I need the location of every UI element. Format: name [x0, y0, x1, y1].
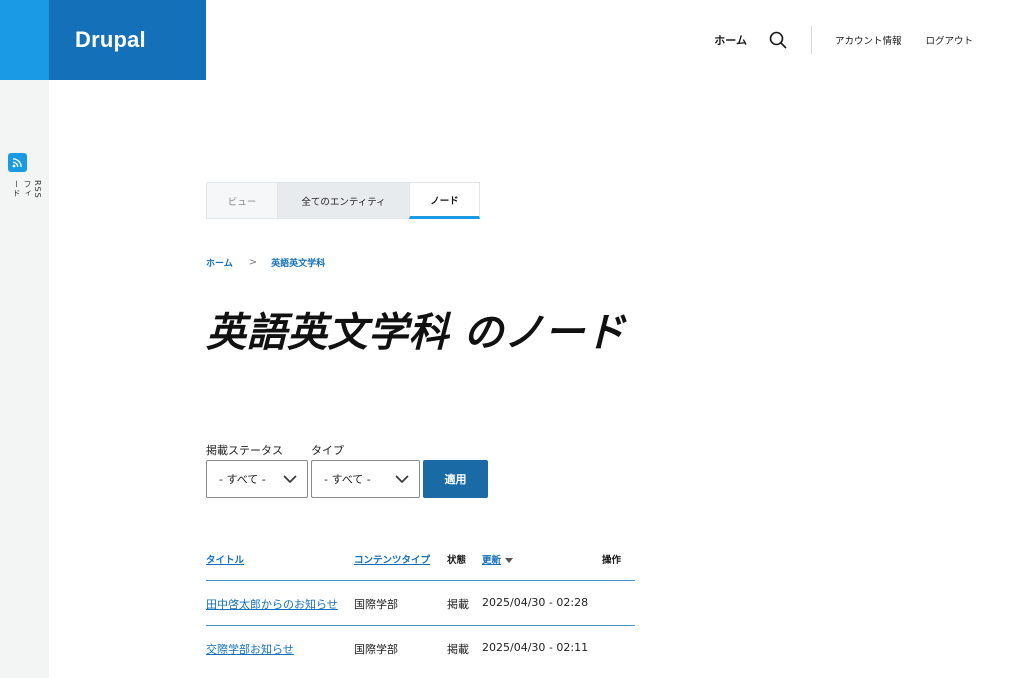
gutter-top: [0, 0, 49, 80]
apply-button[interactable]: 適用: [423, 460, 488, 498]
table-header: タイトル コンテンツタイプ 状態 更新 操作: [206, 540, 635, 581]
status-filter-label: 掲載ステータス: [206, 444, 283, 457]
rss-icon: [8, 153, 27, 172]
page: Drupal RSSフィード ホーム アカウント情報 ログアウト ビュー 全ての…: [0, 0, 1024, 678]
header-operations: 操作: [602, 555, 622, 566]
row-content-type: 国際学部: [354, 643, 398, 656]
header-content-type[interactable]: コンテンツタイプ: [354, 552, 430, 566]
nav-divider: [810, 26, 812, 54]
rss-feed-link[interactable]: RSSフィード: [8, 153, 42, 199]
sort-down-icon: [505, 558, 514, 563]
row-title-link[interactable]: 交際学部お知らせ: [206, 641, 294, 657]
tab-node[interactable]: ノード: [409, 182, 480, 219]
header-updated: 更新: [482, 555, 502, 566]
header-nav: ホーム アカウント情報 ログアウト: [714, 0, 1024, 80]
header-status: 状態: [447, 555, 467, 566]
type-filter-select[interactable]: - すべて -: [311, 460, 420, 498]
breadcrumb-current[interactable]: 英語英文学科: [271, 256, 325, 269]
header-title[interactable]: タイトル: [206, 552, 244, 566]
content-table: タイトル コンテンツタイプ 状態 更新 操作 田中啓太郎からのお知らせ 国際学部…: [206, 540, 635, 671]
row-status: 掲載: [447, 643, 469, 656]
row-updated: 2025/04/30 - 02:28: [482, 596, 589, 609]
row-status: 掲載: [447, 598, 469, 611]
row-content-type: 国際学部: [354, 598, 398, 611]
local-tasks-tabs: ビュー 全てのエンティティ ノード: [206, 182, 480, 219]
tab-all-entities[interactable]: 全てのエンティティ: [277, 182, 409, 219]
breadcrumb-home[interactable]: ホーム: [206, 256, 233, 269]
row-title-link[interactable]: 田中啓太郎からのお知らせ: [206, 596, 338, 612]
nav-home-link[interactable]: ホーム: [714, 32, 747, 48]
site-logo-text: Drupal: [75, 27, 146, 52]
type-filter-label: タイプ: [311, 444, 344, 457]
type-filter-value: - すべて -: [324, 473, 371, 486]
header-updated-sort[interactable]: 更新: [482, 552, 514, 566]
chevron-down-icon: [395, 474, 409, 483]
table-row: 交際学部お知らせ 国際学部 掲載 2025/04/30 - 02:11: [206, 626, 635, 671]
tab-view[interactable]: ビュー: [206, 182, 277, 219]
breadcrumb: ホーム > 英語英文学科: [206, 256, 325, 269]
search-icon[interactable]: [769, 30, 789, 50]
chevron-right-icon: >: [248, 257, 258, 268]
status-filter-select[interactable]: - すべて -: [206, 460, 308, 498]
table-row: 田中啓太郎からのお知らせ 国際学部 掲載 2025/04/30 - 02:28: [206, 581, 635, 626]
nav-logout-link[interactable]: ログアウト: [925, 33, 973, 47]
chevron-down-icon: [283, 474, 297, 483]
rss-feed-label: RSSフィード: [12, 180, 42, 199]
row-updated: 2025/04/30 - 02:11: [482, 641, 589, 654]
status-filter-value: - すべて -: [219, 473, 266, 486]
page-title: 英語英文学科 のノード: [206, 310, 626, 356]
nav-account-link[interactable]: アカウント情報: [835, 33, 902, 47]
site-logo[interactable]: Drupal: [49, 0, 206, 80]
